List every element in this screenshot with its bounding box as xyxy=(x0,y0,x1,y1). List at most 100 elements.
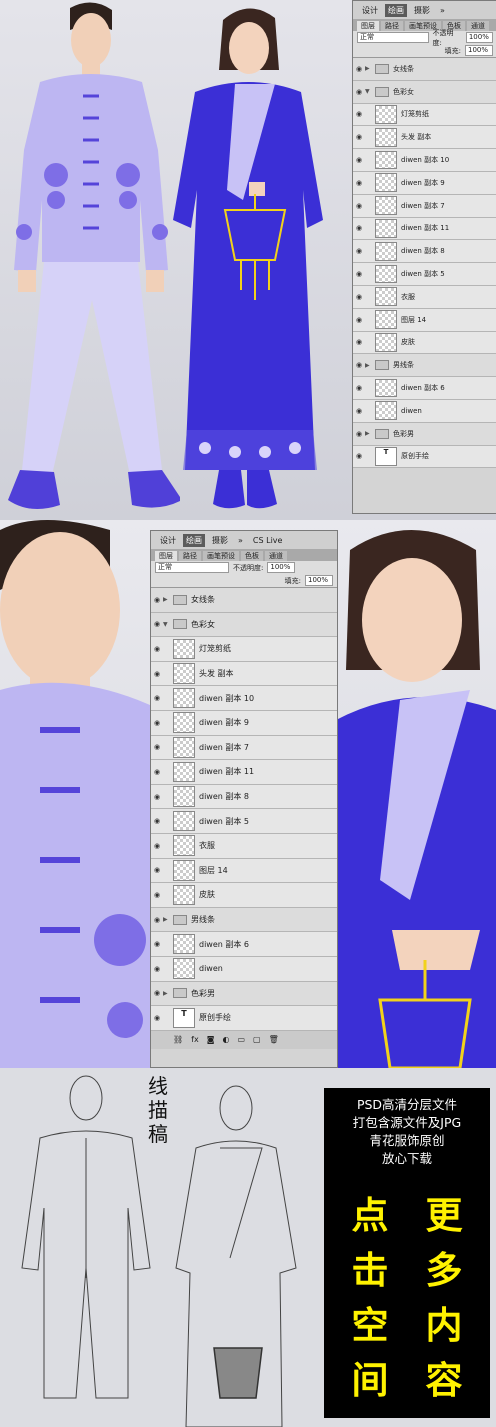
layer-row[interactable]: ◉ diwen 副本 11 xyxy=(353,217,496,241)
visibility-eye-icon[interactable]: ◉ xyxy=(353,407,365,415)
visibility-eye-icon[interactable]: ◉ xyxy=(353,202,365,210)
visibility-eye-icon[interactable]: ◉ xyxy=(151,817,163,825)
layer-row[interactable]: ◉ 皮肤 xyxy=(353,331,496,355)
visibility-eye-icon[interactable]: ◉ xyxy=(151,768,163,776)
chevron-right-icon[interactable]: ▶ xyxy=(163,596,173,603)
layer-row[interactable]: ◉ diwen 副本 6 xyxy=(353,377,496,400)
opacity-input[interactable]: 100% xyxy=(465,32,493,43)
layer-row[interactable]: ◉ 图层 14 xyxy=(151,858,337,884)
visibility-eye-icon[interactable]: ◉ xyxy=(151,620,163,628)
visibility-eye-icon[interactable]: ◉ xyxy=(151,965,163,973)
layer-row[interactable]: ◉ diwen xyxy=(151,956,337,982)
cs-live-button[interactable]: CS Live xyxy=(250,535,286,546)
visibility-eye-icon[interactable]: ◉ xyxy=(151,866,163,874)
menu-more-chevron-icon[interactable]: » xyxy=(437,5,448,16)
chevron-down-icon[interactable]: ▼ xyxy=(163,621,173,628)
visibility-eye-icon[interactable]: ◉ xyxy=(353,293,365,301)
visibility-eye-icon[interactable]: ◉ xyxy=(151,1014,163,1022)
visibility-eye-icon[interactable]: ◉ xyxy=(353,88,365,96)
visibility-eye-icon[interactable]: ◉ xyxy=(353,452,365,460)
layer-row[interactable]: ◉ ▶ 男线条 xyxy=(151,907,337,933)
chevron-right-icon[interactable]: ▶ xyxy=(163,916,173,923)
visibility-eye-icon[interactable]: ◉ xyxy=(151,916,163,924)
layer-row[interactable]: ◉ diwen 副本 6 xyxy=(151,932,337,957)
chevron-right-icon[interactable]: ▶ xyxy=(365,65,375,72)
layer-row[interactable]: ◉ ▶ 女线条 xyxy=(151,588,337,613)
new-layer-icon[interactable]: ▢ xyxy=(253,1035,261,1044)
visibility-eye-icon[interactable]: ◉ xyxy=(151,670,163,678)
visibility-eye-icon[interactable]: ◉ xyxy=(151,743,163,751)
layer-row[interactable]: ◉ diwen 副本 8 xyxy=(353,240,496,264)
trash-icon[interactable]: 🗑 xyxy=(269,1035,279,1044)
layer-row[interactable]: ◉ ▶ 男线条 xyxy=(353,354,496,378)
menu-design[interactable]: 设计 xyxy=(157,534,179,547)
visibility-eye-icon[interactable]: ◉ xyxy=(353,110,365,118)
visibility-eye-icon[interactable]: ◉ xyxy=(151,645,163,653)
layer-row[interactable]: ◉ diwen 副本 5 xyxy=(151,809,337,834)
chevron-right-icon[interactable]: ▶ xyxy=(365,362,375,369)
tab-layers[interactable]: 图层 xyxy=(155,551,177,561)
layer-row[interactable]: ◉ diwen 副本 7 xyxy=(353,194,496,218)
chevron-down-icon[interactable]: ▼ xyxy=(365,88,375,95)
visibility-eye-icon[interactable]: ◉ xyxy=(353,247,365,255)
menu-photography[interactable]: 摄影 xyxy=(209,534,231,547)
tab-paths[interactable]: 路径 xyxy=(179,551,201,561)
layer-row[interactable]: ◉ diwen xyxy=(353,399,496,423)
visibility-eye-icon[interactable]: ◉ xyxy=(151,842,163,850)
visibility-eye-icon[interactable]: ◉ xyxy=(353,338,365,346)
layer-row[interactable]: ◉ diwen 副本 7 xyxy=(151,735,337,761)
layer-row[interactable]: ◉ diwen 副本 5 xyxy=(353,263,496,286)
promo-box[interactable]: PSD高清分层文件 打包含源文件及JPG 青花服饰原创 放心下载 点 击 空 间… xyxy=(324,1088,490,1418)
visibility-eye-icon[interactable]: ◉ xyxy=(353,316,365,324)
visibility-eye-icon[interactable]: ◉ xyxy=(353,65,365,73)
visibility-eye-icon[interactable]: ◉ xyxy=(353,156,365,164)
layer-row[interactable]: ◉ diwen 副本 10 xyxy=(151,686,337,711)
layer-row[interactable]: ◉ 衣服 xyxy=(151,833,337,859)
layer-row[interactable]: ◉ diwen 副本 10 xyxy=(353,149,496,172)
link-layers-icon[interactable]: ⛓ xyxy=(173,1035,183,1044)
blend-mode-select[interactable]: 正常 xyxy=(357,32,429,43)
layer-row[interactable]: ◉ T 原创手绘 xyxy=(353,445,496,469)
visibility-eye-icon[interactable]: ◉ xyxy=(151,596,163,604)
visibility-eye-icon[interactable]: ◉ xyxy=(353,361,365,369)
menu-painting[interactable]: 绘画 xyxy=(183,533,205,547)
visibility-eye-icon[interactable]: ◉ xyxy=(151,793,163,801)
menu-photography[interactable]: 摄影 xyxy=(411,4,433,17)
menu-more-chevron-icon[interactable]: » xyxy=(235,535,246,546)
promo-left-column[interactable]: 点 击 空 间 xyxy=(346,1188,394,1408)
visibility-eye-icon[interactable]: ◉ xyxy=(151,989,163,997)
visibility-eye-icon[interactable]: ◉ xyxy=(353,133,365,141)
layer-row[interactable]: ◉ ▼ 色彩女 xyxy=(353,80,496,104)
visibility-eye-icon[interactable]: ◉ xyxy=(151,891,163,899)
menu-painting[interactable]: 绘画 xyxy=(385,3,407,17)
visibility-eye-icon[interactable]: ◉ xyxy=(151,940,163,948)
tab-channels[interactable]: 通道 xyxy=(265,551,287,561)
layer-row[interactable]: ◉ 图层 14 xyxy=(353,308,496,332)
fill-input[interactable]: 100% xyxy=(305,575,333,586)
layer-row[interactable]: ◉ T 原创手绘 xyxy=(151,1006,337,1031)
adjustment-icon[interactable]: ◐ xyxy=(222,1035,229,1044)
visibility-eye-icon[interactable]: ◉ xyxy=(353,430,365,438)
layer-row[interactable]: ◉ ▶ 女线条 xyxy=(353,58,496,81)
visibility-eye-icon[interactable]: ◉ xyxy=(353,224,365,232)
tab-brush-presets[interactable]: 画笔预设 xyxy=(203,551,239,561)
promo-right-column[interactable]: 更 多 内 容 xyxy=(420,1188,468,1408)
visibility-eye-icon[interactable]: ◉ xyxy=(151,694,163,702)
layer-row[interactable]: ◉ 头发 副本 xyxy=(353,126,496,150)
opacity-input[interactable]: 100% xyxy=(267,562,296,573)
layer-row[interactable]: ◉ 头发 副本 xyxy=(151,661,337,687)
layer-row[interactable]: ◉ ▼ 色彩女 xyxy=(151,612,337,638)
tab-swatches[interactable]: 色板 xyxy=(241,551,263,561)
visibility-eye-icon[interactable]: ◉ xyxy=(353,384,365,392)
layer-row[interactable]: ◉ 灯笼剪纸 xyxy=(151,637,337,662)
layer-row[interactable]: ◉ diwen 副本 9 xyxy=(151,710,337,736)
tab-layers[interactable]: 图层 xyxy=(357,21,379,31)
tab-channels[interactable]: 通道 xyxy=(467,21,489,31)
layer-row[interactable]: ◉ ▶ 色彩男 xyxy=(353,422,496,446)
visibility-eye-icon[interactable]: ◉ xyxy=(353,179,365,187)
layer-row[interactable]: ◉ 灯笼剪纸 xyxy=(353,103,496,127)
tab-paths[interactable]: 路径 xyxy=(381,21,403,31)
layer-row[interactable]: ◉ diwen 副本 8 xyxy=(151,784,337,810)
layer-row[interactable]: ◉ ▶ 色彩男 xyxy=(151,981,337,1007)
blend-mode-select[interactable]: 正常 xyxy=(155,562,229,573)
